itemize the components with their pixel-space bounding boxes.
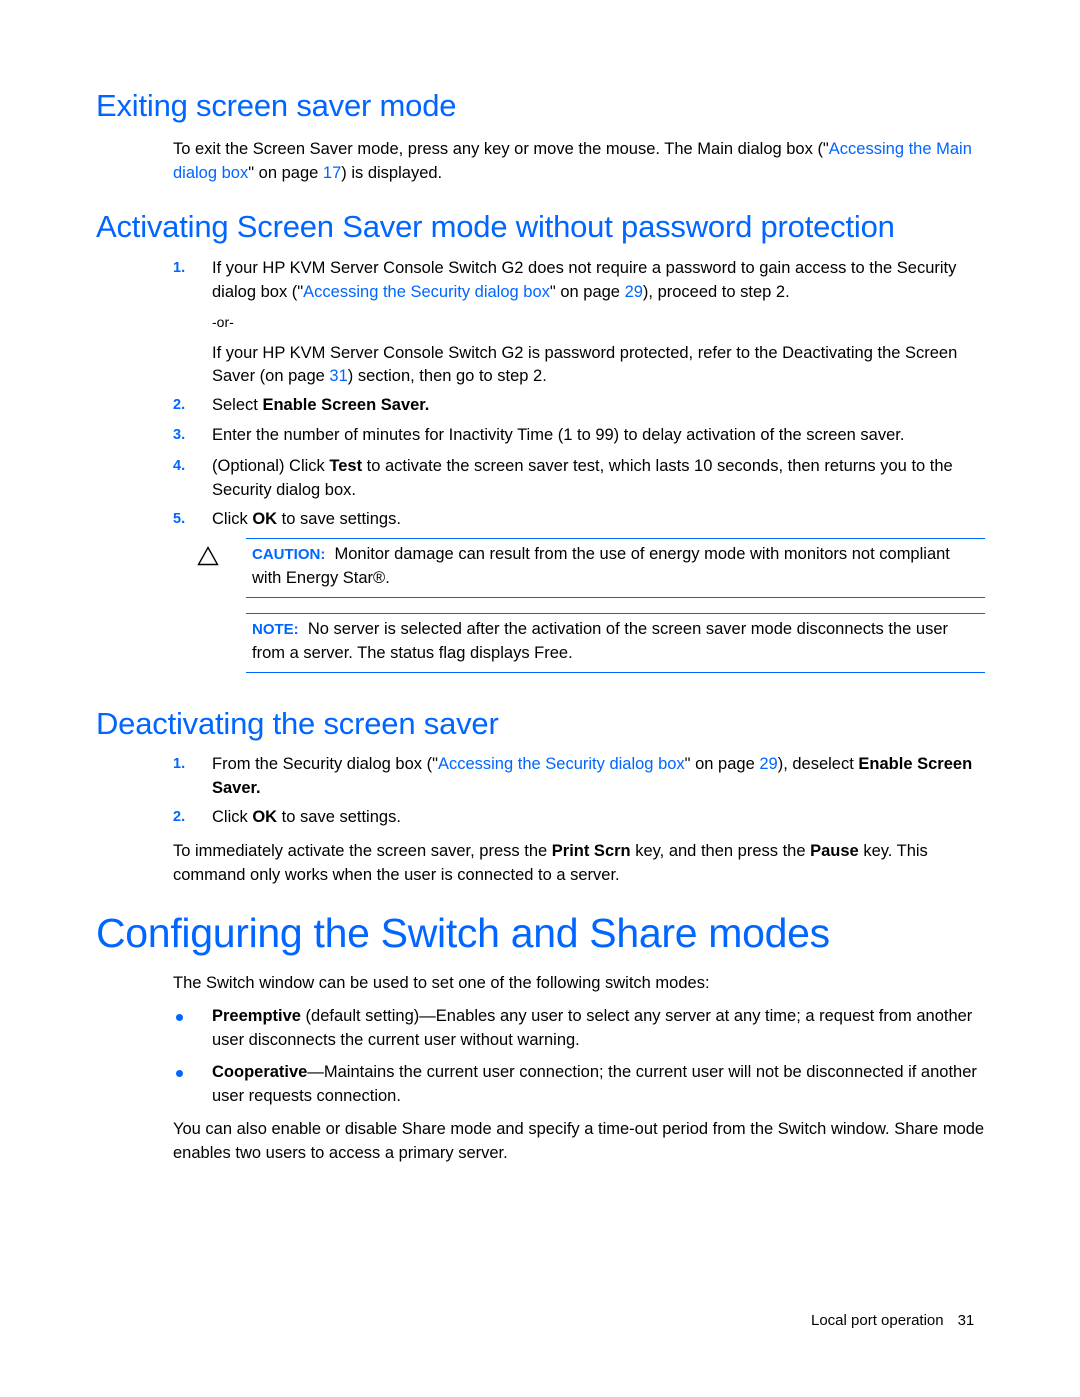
step-number: 3. xyxy=(173,427,186,443)
text: ) is displayed. xyxy=(341,163,443,182)
step-number: 1. xyxy=(173,260,186,276)
step-text: If your HP KVM Server Console Switch G2 … xyxy=(212,257,985,304)
footer-section-title: Local port operation xyxy=(811,1312,944,1329)
heading-configuring-switch-share: Configuring the Switch and Share modes xyxy=(96,910,830,956)
note-label: NOTE: xyxy=(252,621,299,638)
bullet-icon xyxy=(176,1070,183,1077)
page-link-31[interactable]: 31 xyxy=(329,367,347,385)
text: Click xyxy=(212,808,253,826)
ui-term-enable-screen-saver: Enable Screen Saver. xyxy=(262,396,430,414)
step-number: 4. xyxy=(173,458,186,474)
mode-cooperative: Cooperative xyxy=(212,1063,308,1081)
caution-triangle-icon xyxy=(197,546,219,566)
text: " on page xyxy=(684,755,760,773)
caution-box: CAUTION: Monitor damage can result from … xyxy=(246,538,985,598)
text: Select xyxy=(212,396,263,414)
text: to save settings. xyxy=(277,808,401,826)
step-number: 1. xyxy=(173,756,186,772)
heading-deactivating-screen-saver: Deactivating the screen saver xyxy=(96,706,499,741)
text: From the Security dialog box (" xyxy=(212,755,438,773)
ui-term-ok: OK xyxy=(252,808,278,826)
step-text: Enter the number of minutes for Inactivi… xyxy=(212,426,905,444)
key-pause: Pause xyxy=(810,842,859,860)
text: key, and then press the xyxy=(630,842,811,860)
page-number: 31 xyxy=(957,1312,975,1329)
document-page: Exiting screen saver mode To exit the Sc… xyxy=(0,0,1080,1397)
caution-label: CAUTION: xyxy=(252,546,326,563)
link-accessing-security-dialog[interactable]: Accessing the Security dialog box xyxy=(438,755,685,773)
text: ), proceed to step 2. xyxy=(642,282,790,301)
text: Click xyxy=(212,510,253,528)
text: " on page xyxy=(549,282,625,301)
text: " on page xyxy=(248,163,323,182)
page-link-17[interactable]: 17 xyxy=(323,164,341,182)
link-accessing-security-dialog[interactable]: Accessing the Security dialog box xyxy=(303,283,550,301)
text: If your HP KVM Server Console Switch G2 … xyxy=(212,343,958,386)
note-box: NOTE: No server is selected after the ac… xyxy=(246,613,985,673)
text: To immediately activate the screen saver… xyxy=(173,842,552,860)
bullet-icon xyxy=(176,1014,183,1021)
step-number: 2. xyxy=(173,397,186,413)
note-text: No server is selected after the activati… xyxy=(252,620,949,662)
text: (default setting)—Enables any user to se… xyxy=(212,1007,973,1049)
exiting-paragraph: To exit the Screen Saver mode, press any… xyxy=(173,138,985,185)
ui-term-test: Test xyxy=(329,457,363,475)
text: to save settings. xyxy=(277,510,401,528)
step-alt-text: If your HP KVM Server Console Switch G2 … xyxy=(212,342,985,389)
configuring-intro: The Switch window can be used to set one… xyxy=(173,974,710,992)
step-number: 2. xyxy=(173,809,186,825)
page-footer: Local port operation 31 xyxy=(811,1312,974,1329)
caution-text: Monitor damage can result from the use o… xyxy=(252,545,950,587)
text: (Optional) Click xyxy=(212,457,330,475)
text: ) section, then go to step 2. xyxy=(347,367,547,385)
text: ), deselect xyxy=(777,755,859,773)
heading-exiting-screen-saver: Exiting screen saver mode xyxy=(96,88,457,123)
or-separator: -or- xyxy=(212,314,234,330)
mode-preemptive: Preemptive xyxy=(212,1007,301,1025)
configuring-outro: You can also enable or disable Share mod… xyxy=(173,1120,985,1162)
deactivating-paragraph: To immediately activate the screen saver… xyxy=(173,840,985,887)
step-number: 5. xyxy=(173,511,186,527)
key-print-scrn: Print Scrn xyxy=(551,842,631,860)
heading-activating-screen-saver: Activating Screen Saver mode without pas… xyxy=(96,209,895,244)
text: To exit the Screen Saver mode, press any… xyxy=(173,140,829,158)
page-link-29[interactable]: 29 xyxy=(625,283,643,301)
ui-term-ok: OK xyxy=(252,510,278,528)
page-link-29[interactable]: 29 xyxy=(759,755,777,773)
text: —Maintains the current user connection; … xyxy=(212,1063,977,1105)
